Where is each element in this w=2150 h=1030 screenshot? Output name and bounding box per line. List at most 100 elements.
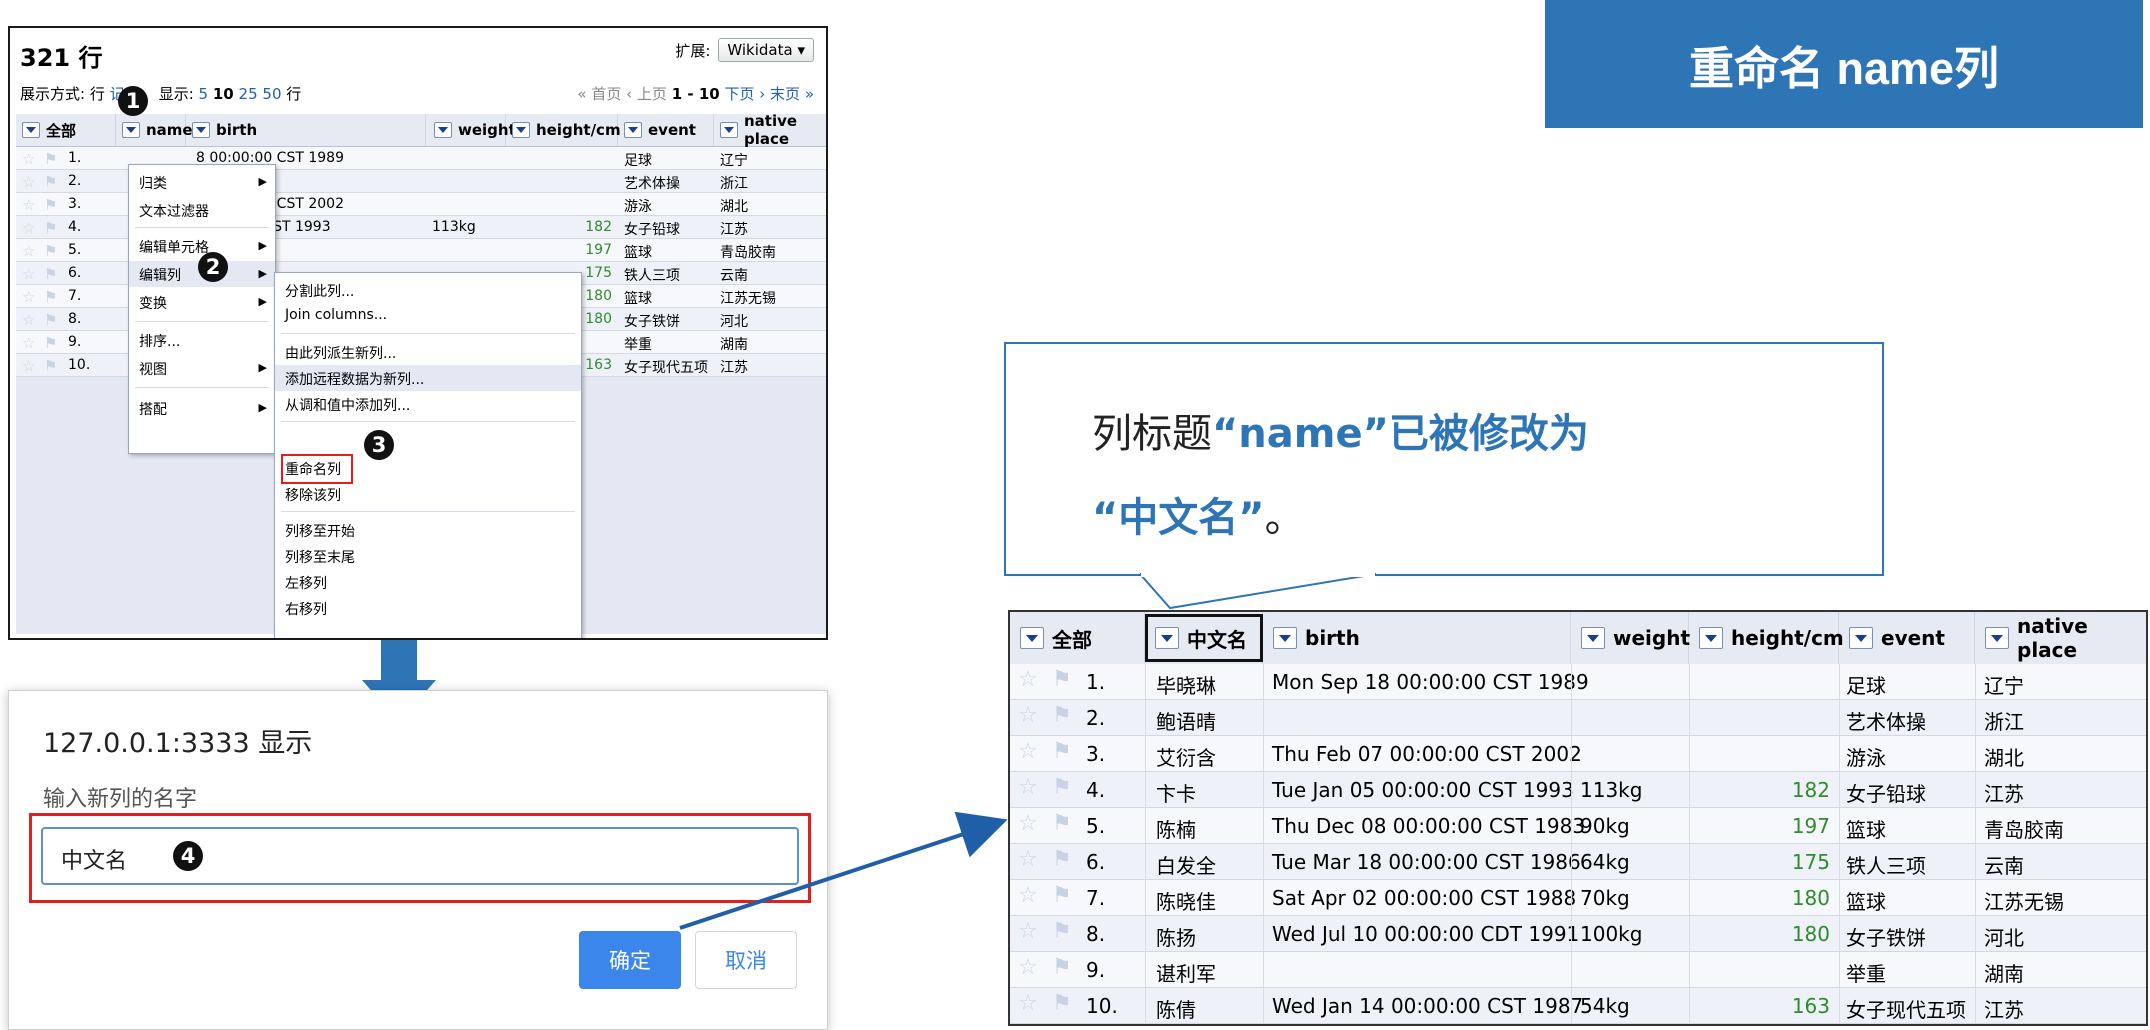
cell-height: 175 (1791, 850, 1830, 874)
cell-chinese-name: 卞卡 (1156, 782, 1196, 806)
flag-icon[interactable]: ⚑ (1052, 919, 1072, 944)
header-weight[interactable]: weight (1571, 612, 1690, 664)
table-row: ☆ ⚑ 7. 陈晓佳 Sat Apr 02 00:00:00 CST 1988 70kg 1… (1010, 880, 2146, 916)
star-icon[interactable]: ☆ (1018, 919, 1038, 944)
star-icon[interactable]: ☆ (1018, 739, 1038, 764)
cell-birth: Wed Jul 10 00:00:00 CDT 1991 (1272, 922, 1580, 946)
cell-chinese-name: 陈倩 (1156, 998, 1196, 1022)
table-row: ☆ ⚑ 9. 谌利军 举重 湖南 (1010, 952, 2146, 988)
flag-icon[interactable]: ⚑ (1052, 739, 1072, 764)
flag-icon[interactable]: ⚑ (1052, 955, 1072, 980)
column-divider (1571, 664, 1572, 1024)
row-number: 5. (1086, 814, 1106, 838)
column-divider (1263, 664, 1264, 1024)
row-number: 2. (1086, 706, 1106, 730)
column-divider (1689, 664, 1690, 1024)
dropdown-icon[interactable] (1699, 627, 1723, 649)
cell-birth: Mon Sep 18 00:00:00 CST 1989 (1272, 670, 1589, 694)
cell-native-place: 浙江 (1984, 710, 2024, 734)
cell-weight: 113kg (1580, 778, 1643, 802)
dropdown-icon[interactable] (1581, 627, 1605, 649)
table-row: ☆ ⚑ 2. 鲍语晴 艺术体操 浙江 (1010, 700, 2146, 736)
cell-height: 180 (1791, 886, 1830, 910)
cell-event: 女子铅球 (1846, 782, 1926, 806)
callout-highlight-1: “name”已被修改为 (1212, 411, 1589, 457)
cell-weight: 54kg (1580, 994, 1630, 1018)
cell-native-place: 青岛胶南 (1984, 818, 2064, 842)
table-row: ☆ ⚑ 1. 毕晓琳 Mon Sep 18 00:00:00 CST 1989 足球 辽宁 (1010, 664, 2146, 700)
cell-native-place: 河北 (1984, 926, 2024, 950)
cell-native-place: 江苏 (1984, 998, 2024, 1022)
cell-event: 举重 (1846, 962, 1886, 986)
cell-event: 铁人三项 (1846, 854, 1926, 878)
table-row: ☆ ⚑ 10. 陈倩 Wed Jan 14 00:00:00 CST 1987 54kg 1… (1010, 988, 2146, 1024)
star-icon[interactable]: ☆ (1018, 667, 1038, 692)
dropdown-icon[interactable] (1020, 627, 1044, 649)
cell-chinese-name: 谌利军 (1156, 962, 1216, 986)
star-icon[interactable]: ☆ (1018, 847, 1038, 872)
cell-chinese-name: 陈晓佳 (1156, 890, 1216, 914)
table-header: 全部 中文名 birth weight height/cm event nati… (1010, 612, 2146, 665)
star-icon[interactable]: ☆ (1018, 883, 1038, 908)
row-number: 4. (1086, 778, 1106, 802)
renamed-header-highlight (1145, 614, 1263, 662)
header-birth[interactable]: birth (1263, 612, 1571, 664)
flag-icon[interactable]: ⚑ (1052, 811, 1072, 836)
callout-pointer-icon (1140, 573, 1377, 610)
cell-native-place: 江苏无锡 (1984, 890, 2064, 914)
header-all[interactable]: 全部 (1010, 612, 1145, 664)
row-number: 8. (1086, 922, 1106, 946)
cell-height: 197 (1791, 814, 1830, 838)
callout-part1: 列标题 (1092, 411, 1212, 457)
cell-birth: Wed Jan 14 00:00:00 CST 1987 (1272, 994, 1584, 1018)
row-number: 7. (1086, 886, 1106, 910)
flag-icon[interactable]: ⚑ (1052, 667, 1072, 692)
cell-birth: Thu Feb 07 00:00:00 CST 2002 (1272, 742, 1582, 766)
star-icon[interactable]: ☆ (1018, 775, 1038, 800)
cell-event: 艺术体操 (1846, 710, 1926, 734)
cell-chinese-name: 白发全 (1156, 854, 1216, 878)
star-icon[interactable]: ☆ (1018, 991, 1038, 1016)
cell-birth: Thu Dec 08 00:00:00 CST 1983 (1272, 814, 1586, 838)
cell-native-place: 云南 (1984, 854, 2024, 878)
header-event[interactable]: event (1839, 612, 1975, 664)
star-icon[interactable]: ☆ (1018, 703, 1038, 728)
dropdown-icon[interactable] (1273, 627, 1297, 649)
cell-event: 篮球 (1846, 818, 1886, 842)
cell-native-place: 辽宁 (1984, 674, 2024, 698)
cell-height: 163 (1791, 994, 1830, 1018)
callout-highlight-2: “中文名” (1092, 495, 1265, 541)
cell-chinese-name: 陈扬 (1156, 926, 1196, 950)
renamed-table: 全部 中文名 birth weight height/cm event nati… (1008, 610, 2148, 1026)
flag-icon[interactable]: ⚑ (1052, 991, 1072, 1016)
callout-text: 列标题“name”已被修改为 “中文名”。 (1092, 392, 1872, 560)
flag-icon[interactable]: ⚑ (1052, 703, 1072, 728)
flag-icon[interactable]: ⚑ (1052, 847, 1072, 872)
column-divider (1839, 664, 1840, 1024)
table-row: ☆ ⚑ 6. 白发全 Tue Mar 18 00:00:00 CST 1986 64kg 1… (1010, 844, 2146, 880)
cell-event: 篮球 (1846, 890, 1886, 914)
dropdown-icon[interactable] (1985, 627, 2009, 649)
row-number: 3. (1086, 742, 1106, 766)
table-row: ☆ ⚑ 3. 艾衍含 Thu Feb 07 00:00:00 CST 2002 游泳 湖北 (1010, 736, 2146, 772)
dropdown-icon[interactable] (1849, 627, 1873, 649)
row-number: 6. (1086, 850, 1106, 874)
cell-native-place: 湖北 (1984, 746, 2024, 770)
table-row: ☆ ⚑ 5. 陈楠 Thu Dec 08 00:00:00 CST 1983 90kg 19… (1010, 808, 2146, 844)
row-number: 9. (1086, 958, 1106, 982)
flag-icon[interactable]: ⚑ (1052, 883, 1072, 908)
star-icon[interactable]: ☆ (1018, 955, 1038, 980)
cell-height: 182 (1791, 778, 1830, 802)
star-icon[interactable]: ☆ (1018, 811, 1038, 836)
cell-weight: 90kg (1580, 814, 1630, 838)
callout-part2: 。 (1264, 495, 1305, 541)
column-divider (1975, 664, 1976, 1024)
header-height[interactable]: height/cm (1689, 612, 1844, 664)
cell-height: 180 (1791, 922, 1830, 946)
cell-event: 女子铁饼 (1846, 926, 1926, 950)
cell-weight: 64kg (1580, 850, 1630, 874)
cell-chinese-name: 毕晓琳 (1156, 674, 1216, 698)
cell-birth: Sat Apr 02 00:00:00 CST 1988 (1272, 886, 1577, 910)
header-native-place[interactable]: native place (1975, 612, 2146, 664)
flag-icon[interactable]: ⚑ (1052, 775, 1072, 800)
